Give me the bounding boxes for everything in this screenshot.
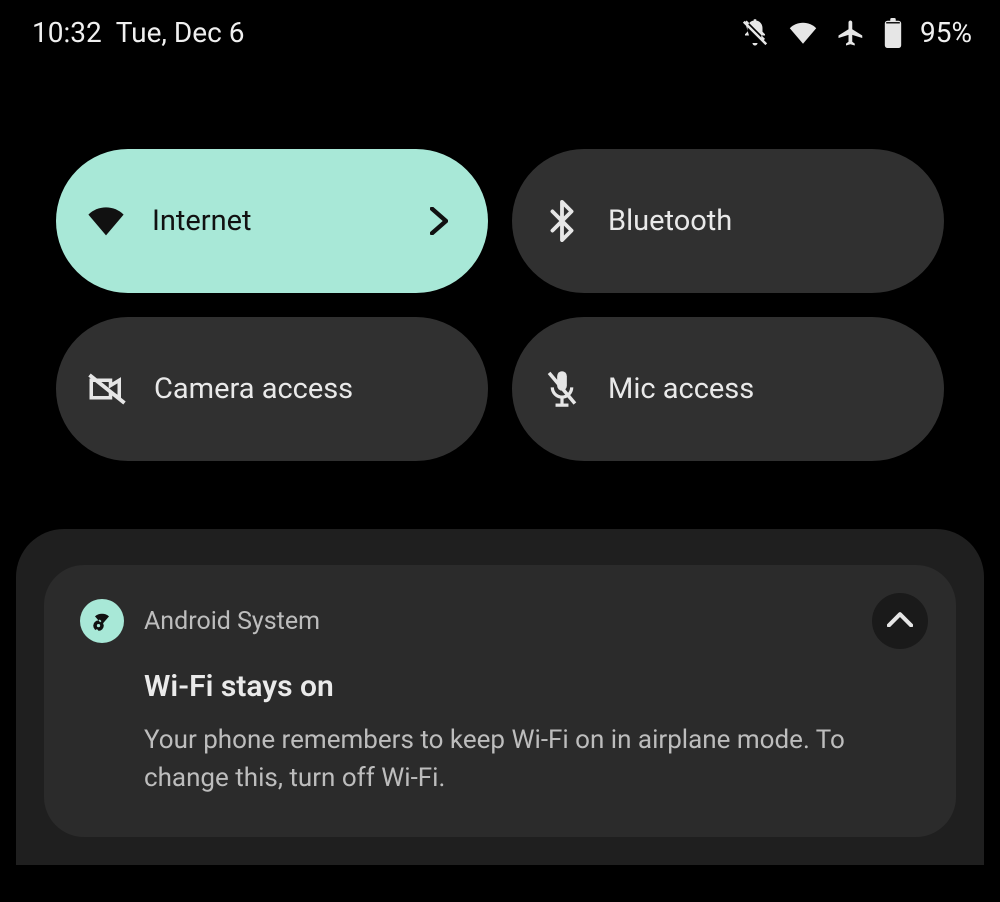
tile-bluetooth[interactable]: Bluetooth [512,149,944,293]
quick-settings-grid: Internet Bluetooth Camera access [0,49,1000,461]
tile-label: Camera access [154,372,448,406]
wifi-icon [86,205,126,237]
status-bar: 10:32 Tue, Dec 6 95% [0,0,1000,49]
notification-card[interactable]: Android System Wi-Fi stays on Your phone… [44,565,956,837]
notification-shade: Android System Wi-Fi stays on Your phone… [0,461,1000,865]
tile-internet[interactable]: Internet [56,149,488,293]
tile-label: Bluetooth [608,204,904,238]
notification-title: Wi-Fi stays on [144,669,920,704]
chevron-up-icon [887,611,913,631]
notification-body: Your phone remembers to keep Wi-Fi on in… [144,722,864,797]
camera-off-icon [86,371,128,407]
airplane-mode-icon [836,18,866,48]
notification-group: Android System Wi-Fi stays on Your phone… [16,529,984,865]
tile-mic-access[interactable]: Mic access [512,317,944,461]
bluetooth-icon [542,200,582,242]
tile-label: Mic access [608,372,904,406]
wifi-icon [788,21,818,45]
status-time: 10:32 [32,16,102,49]
notification-app-name: Android System [144,607,320,636]
mic-off-icon [542,368,582,410]
tile-label: Internet [152,204,404,238]
chevron-right-icon [430,207,448,235]
app-icon [80,599,124,643]
battery-icon [884,18,902,48]
tile-camera-access[interactable]: Camera access [56,317,488,461]
status-date: Tue, Dec 6 [116,16,245,49]
collapse-button[interactable] [872,593,928,649]
dnd-off-icon [740,18,770,48]
battery-percent: 95% [920,16,972,49]
